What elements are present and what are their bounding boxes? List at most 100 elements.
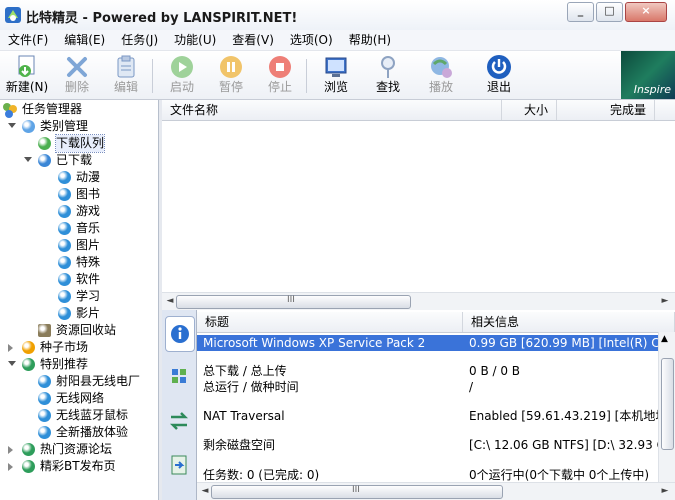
- menu-view[interactable]: 查看(V): [224, 30, 282, 50]
- tree-item-label: 音乐: [76, 221, 101, 235]
- close-button[interactable]: ×: [625, 2, 667, 22]
- stop-icon: [269, 56, 291, 78]
- search-button[interactable]: 查找: [366, 53, 410, 97]
- column-info[interactable]: 相关信息: [463, 312, 675, 332]
- start-button[interactable]: 启动: [160, 53, 204, 97]
- minimize-button[interactable]: _: [567, 2, 594, 22]
- menu-help[interactable]: 帮助(H): [341, 30, 399, 50]
- stop-button-label: 停止: [267, 80, 292, 94]
- new-button[interactable]: 新建(N): [5, 53, 49, 97]
- scroll-left-icon[interactable]: ◄: [199, 485, 211, 497]
- tree-item[interactable]: 下载队列: [0, 134, 158, 153]
- details-hscrollbar[interactable]: ◄ III ►: [197, 482, 675, 500]
- column-file-name[interactable]: 文件名称: [162, 100, 502, 120]
- file-list[interactable]: 文件名称 大小 完成量 ◄ III ►: [162, 100, 675, 310]
- scroll-left-icon[interactable]: ◄: [164, 295, 176, 307]
- play-icon: [431, 57, 452, 78]
- exit-button[interactable]: 退出: [477, 53, 521, 97]
- detail-row[interactable]: Microsoft Windows XP Service Pack 2 0.99 …: [197, 335, 675, 351]
- tree-item[interactable]: 动漫: [0, 169, 158, 186]
- scroll-right-icon[interactable]: ►: [659, 485, 671, 497]
- tree-item[interactable]: 无线网络: [0, 390, 158, 407]
- column-progress[interactable]: 完成量: [557, 100, 655, 120]
- tree-item[interactable]: 影片: [0, 305, 158, 322]
- collapse-icon[interactable]: [8, 123, 16, 128]
- tree-item-label: 类别管理: [40, 119, 89, 133]
- edit-button[interactable]: 编辑: [104, 53, 148, 97]
- details-vscrollbar[interactable]: ▲: [658, 332, 675, 482]
- scroll-up-icon[interactable]: ▲: [661, 334, 668, 344]
- tree-item[interactable]: 游戏: [0, 203, 158, 220]
- bullet-icon: [58, 290, 71, 303]
- tree-item[interactable]: 全新播放体验: [0, 424, 158, 441]
- tree-item[interactable]: 软件: [0, 271, 158, 288]
- tab-peers[interactable]: [165, 404, 193, 438]
- tree-item[interactable]: 资源回收站: [0, 322, 158, 339]
- tree-item-label: 软件: [76, 272, 101, 286]
- tree-item[interactable]: 音乐: [0, 220, 158, 237]
- menu-file[interactable]: 文件(F): [0, 30, 56, 50]
- expand-icon[interactable]: [8, 344, 13, 352]
- expand-icon[interactable]: [8, 446, 13, 454]
- tree-item[interactable]: 图片: [0, 237, 158, 254]
- tab-log[interactable]: [165, 448, 193, 482]
- tree-item[interactable]: 热门资源论坛: [0, 441, 158, 458]
- collapse-icon[interactable]: [8, 361, 16, 366]
- delete-button[interactable]: 删除: [55, 53, 99, 97]
- title-bar[interactable]: 比特精灵 - Powered by LANSPIRIT.NET! _ □ ×: [0, 0, 675, 31]
- tree-item[interactable]: 学习: [0, 288, 158, 305]
- column-size[interactable]: 大小: [502, 100, 557, 120]
- tree-item[interactable]: 特殊: [0, 254, 158, 271]
- scroll-thumb[interactable]: III: [176, 295, 411, 309]
- stop-button[interactable]: 停止: [258, 53, 302, 97]
- menu-options[interactable]: 选项(O): [282, 30, 341, 50]
- menu-task[interactable]: 任务(J): [113, 30, 166, 50]
- tree-item[interactable]: 种子市场: [0, 339, 158, 356]
- details-header: 标题 相关信息: [197, 312, 675, 333]
- details-scroll-thumb[interactable]: [661, 358, 674, 450]
- tree-item[interactable]: 类别管理: [0, 118, 158, 135]
- tree-item[interactable]: 图书: [0, 186, 158, 203]
- tree-item[interactable]: 已下载: [0, 152, 158, 169]
- detail-row[interactable]: 任务数: 0 (已完成: 0) 0个运行中(0个下载中 0个上传中): [197, 467, 659, 483]
- tree-item-label: 精彩BT发布页: [40, 459, 116, 473]
- detail-row[interactable]: 总运行 / 做种时间 /: [197, 379, 659, 395]
- tree-item[interactable]: 特别推荐: [0, 356, 158, 373]
- detail-row[interactable]: 剩余磁盘空间 [C:\ 12.06 GB NTFS] [D:\ 32.93 GB: [197, 437, 674, 453]
- edit-button-label: 编辑: [113, 80, 138, 94]
- file-list-hscrollbar[interactable]: ◄ III ►: [162, 292, 675, 310]
- menu-function[interactable]: 功能(U): [166, 30, 224, 50]
- menu-edit[interactable]: 编辑(E): [56, 30, 113, 50]
- tree-item[interactable]: 无线蓝牙鼠标: [0, 407, 158, 424]
- tree-item-label: 全新播放体验: [56, 425, 129, 439]
- minimize-icon: _: [577, 4, 584, 17]
- category-icon: [22, 120, 35, 133]
- scroll-right-icon[interactable]: ►: [659, 295, 671, 307]
- play-button[interactable]: 播放: [419, 53, 463, 97]
- tree-item-label: 种子市场: [40, 340, 89, 354]
- column-title[interactable]: 标题: [197, 312, 463, 332]
- start-button-label: 启动: [169, 80, 194, 94]
- detail-row[interactable]: NAT Traversal Enabled [59.61.43.219] [本机地…: [197, 408, 675, 424]
- scroll-grip: III: [287, 295, 295, 305]
- tab-files[interactable]: [165, 360, 193, 394]
- collapse-icon[interactable]: [24, 157, 32, 162]
- details-panel[interactable]: 标题 相关信息 Microsoft Windows XP Service Pac…: [197, 310, 675, 500]
- bullet-icon: [38, 375, 51, 388]
- detail-title: 任务数: 0 (已完成: 0): [203, 468, 320, 482]
- browse-button[interactable]: 浏览: [314, 53, 358, 97]
- task-tree[interactable]: 任务管理器 类别管理 下载队列 已下载 动漫 图书 游戏 音乐 图片 特殊 软件 学习 影片 资源回收站…: [0, 100, 159, 500]
- browse-button-label: 浏览: [323, 80, 348, 94]
- tree-item[interactable]: 射阳县无线电厂: [0, 373, 158, 390]
- detail-tabs: [162, 310, 197, 500]
- expand-icon[interactable]: [8, 463, 13, 471]
- browse-icon: [325, 57, 347, 77]
- pause-button[interactable]: 暂停: [209, 53, 253, 97]
- maximize-button[interactable]: □: [596, 2, 623, 22]
- search-button-label: 查找: [375, 80, 400, 94]
- bullet-icon: [38, 426, 51, 439]
- detail-row[interactable]: 总下载 / 总上传 0 B / 0 B: [197, 363, 659, 379]
- tab-info[interactable]: [165, 316, 195, 352]
- details-hscroll-thumb[interactable]: III: [211, 485, 503, 499]
- tree-item[interactable]: 精彩BT发布页: [0, 458, 158, 475]
